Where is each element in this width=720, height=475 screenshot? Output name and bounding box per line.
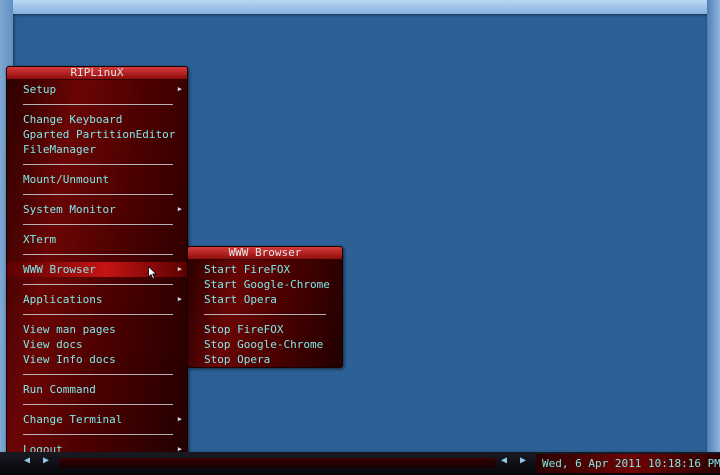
menu-item-label: View docs: [23, 338, 83, 351]
menu-item-label: Run Command: [23, 383, 96, 396]
menu-item-label: Applications: [23, 293, 103, 306]
menu-item-label: Stop FireFOX: [204, 323, 284, 336]
menu-item-label: XTerm: [23, 233, 57, 246]
menu-separator: [23, 194, 173, 195]
frame-right-bevel: [707, 0, 720, 452]
submenu-item-stop-chrome[interactable]: Stop Google-Chrome: [188, 337, 342, 352]
submenu-title: WWW Browser: [188, 247, 342, 260]
submenu-item-start-firefox[interactable]: Start FireFOX: [188, 262, 342, 277]
menu-item-label: Setup: [23, 83, 57, 96]
menu-item-change-keyboard[interactable]: Change Keyboard: [7, 112, 187, 127]
menu-item-mount-unmount[interactable]: Mount/Unmount: [7, 172, 187, 187]
menu-item-label: Stop Google-Chrome: [204, 338, 324, 351]
menu-item-label: Start Opera: [204, 293, 277, 306]
menu-separator: [23, 434, 173, 435]
menu-item-xterm[interactable]: XTerm: [7, 232, 187, 247]
menu-separator: [204, 314, 326, 315]
menu-item-gparted[interactable]: Gparted PartitionEditor: [7, 127, 187, 142]
menu-item-label: WWW Browser: [23, 263, 96, 276]
submenu-item-stop-firefox[interactable]: Stop FireFOX: [188, 322, 342, 337]
menu-item-view-man-pages[interactable]: View man pages: [7, 322, 187, 337]
menu-item-label: Start Google-Chrome: [204, 278, 330, 291]
menu-item-label: Start FireFOX: [204, 263, 291, 276]
menu-item-view-docs[interactable]: View docs: [7, 337, 187, 352]
submenu-arrow-icon: ▶: [177, 85, 182, 93]
mouse-pointer-icon: [148, 266, 158, 280]
taskbar: ◀ ▶ ◀ ▶ Wed, 6 Apr 2011 10:18:16 PM: [0, 452, 720, 475]
menu-separator: [23, 404, 173, 405]
menu-separator: [23, 254, 173, 255]
www-browser-submenu: WWW Browser Start FireFOX Start Google-C…: [187, 246, 343, 368]
taskbar-task-area[interactable]: [60, 458, 495, 468]
root-menu: RIPLinuX Setup ▶ Change Keyboard Gparted …: [6, 66, 188, 458]
submenu-arrow-icon: ▶: [177, 205, 182, 213]
submenu-arrow-icon: ▶: [177, 265, 182, 273]
menu-item-label: Change Keyboard: [23, 113, 123, 126]
submenu-item-start-chrome[interactable]: Start Google-Chrome: [188, 277, 342, 292]
menu-item-label: Change Terminal: [23, 413, 123, 426]
taskbar-prev-right-icon[interactable]: ◀: [501, 455, 507, 466]
menu-item-label: System Monitor: [23, 203, 116, 216]
taskbar-next-left-icon[interactable]: ▶: [43, 455, 49, 466]
menu-item-label: View man pages: [23, 323, 116, 336]
menu-separator: [23, 284, 173, 285]
submenu-item-start-opera[interactable]: Start Opera: [188, 292, 342, 307]
menu-item-change-terminal[interactable]: Change Terminal ▶: [7, 412, 187, 427]
menu-separator: [23, 374, 173, 375]
submenu-arrow-icon: ▶: [177, 295, 182, 303]
menu-item-www-browser[interactable]: WWW Browser ▶: [7, 262, 187, 277]
menu-separator: [23, 314, 173, 315]
clock: Wed, 6 Apr 2011 10:18:16 PM: [536, 454, 720, 473]
taskbar-prev-left-icon[interactable]: ◀: [24, 455, 30, 466]
menu-separator: [23, 104, 173, 105]
root-menu-title: RIPLinuX: [7, 67, 187, 80]
menu-item-label: Stop Opera: [204, 353, 271, 366]
menu-item-label: Mount/Unmount: [23, 173, 110, 186]
frame-top-bevel: [0, 0, 720, 14]
menu-separator: [23, 224, 173, 225]
menu-item-label: View Info docs: [23, 353, 116, 366]
menu-item-filemanager[interactable]: FileManager: [7, 142, 187, 157]
menu-item-run-command[interactable]: Run Command: [7, 382, 187, 397]
menu-item-view-info-docs[interactable]: View Info docs: [7, 352, 187, 367]
menu-item-applications[interactable]: Applications ▶: [7, 292, 187, 307]
taskbar-next-right-icon[interactable]: ▶: [520, 455, 526, 466]
submenu-arrow-icon: ▶: [177, 415, 182, 423]
submenu-item-stop-opera[interactable]: Stop Opera: [188, 352, 342, 367]
menu-item-system-monitor[interactable]: System Monitor ▶: [7, 202, 187, 217]
menu-item-setup[interactable]: Setup ▶: [7, 82, 187, 97]
menu-item-label: Gparted PartitionEditor: [23, 128, 176, 141]
menu-separator: [23, 164, 173, 165]
menu-item-label: FileManager: [23, 143, 96, 156]
